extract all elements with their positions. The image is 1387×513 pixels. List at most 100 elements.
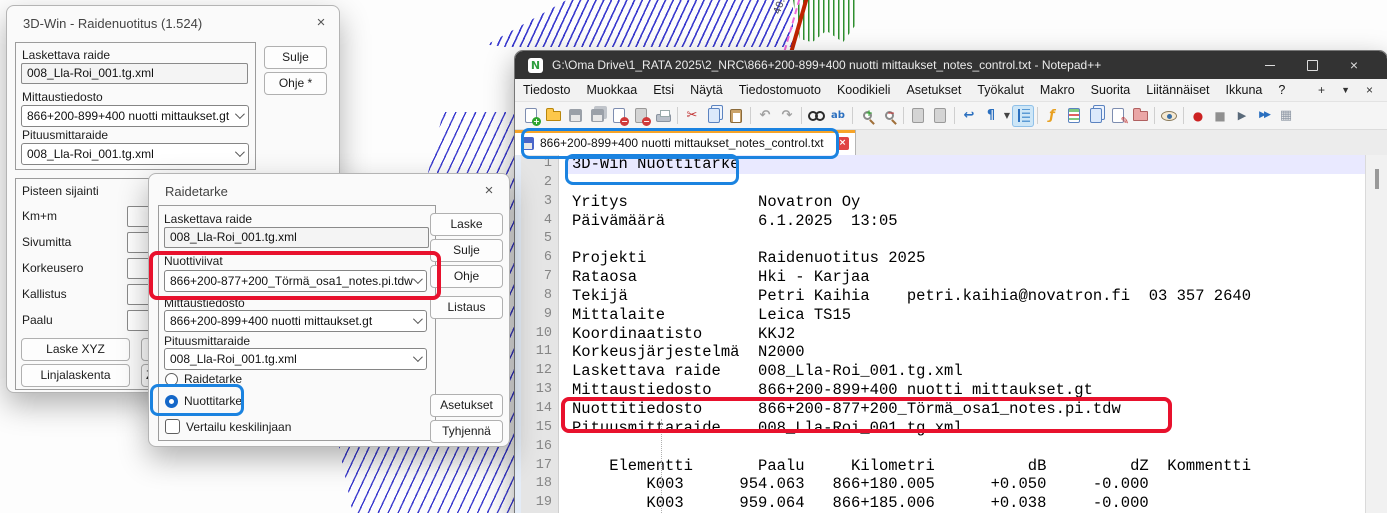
sync-vertical-icon[interactable] bbox=[907, 105, 929, 127]
sulje-button[interactable]: Sulje bbox=[264, 46, 327, 69]
nuottitarke-radio[interactable]: Nuottitarke bbox=[165, 394, 242, 408]
nuottiviivat-label: Nuottiviivat bbox=[164, 254, 223, 268]
paste-icon[interactable] bbox=[725, 105, 747, 127]
close-file-icon[interactable]: − bbox=[608, 105, 630, 127]
notepad-menubar: Tiedosto Muokkaa Etsi Näytä Tiedostomuot… bbox=[515, 79, 1387, 102]
show-all-characters-dropdown-icon[interactable]: ▼ bbox=[1002, 105, 1012, 127]
function-list-icon[interactable]: ƒ bbox=[1041, 105, 1063, 127]
menu-tiedosto[interactable]: Tiedosto bbox=[515, 83, 578, 97]
save-all-icon[interactable] bbox=[586, 105, 608, 127]
menu-suorita[interactable]: Suorita bbox=[1083, 83, 1139, 97]
menu-tyokalut[interactable]: Työkalut bbox=[969, 83, 1032, 97]
editor-line bbox=[567, 230, 1387, 249]
show-all-characters-icon[interactable]: ¶ bbox=[980, 105, 1002, 127]
macro-play-icon[interactable]: ▶ bbox=[1231, 105, 1253, 127]
laske-xyz-button[interactable]: Laske XYZ bbox=[21, 338, 130, 361]
close-icon[interactable]: × bbox=[311, 14, 331, 31]
close-tab-icon[interactable]: × bbox=[1366, 83, 1373, 97]
linjalaskenta-button[interactable]: Linjalaskenta bbox=[21, 364, 130, 387]
screen: 40.7900 3D-Win - Raidenuotitus (1.524) ×… bbox=[0, 0, 1387, 513]
print-icon[interactable] bbox=[652, 105, 674, 127]
redo-icon[interactable]: ↷ bbox=[776, 105, 798, 127]
text-area[interactable]: 3D-Win Nuottitarke Yritys Novatron Oy Pä… bbox=[567, 155, 1387, 513]
close-icon[interactable]: × bbox=[1339, 51, 1369, 79]
tyhjenna-button[interactable]: Tyhjennä bbox=[430, 420, 503, 443]
mittaustiedosto-combo[interactable]: 866+200-899+400 nuotti mittaukset.gt bbox=[21, 105, 249, 127]
chevron-down-icon bbox=[413, 314, 423, 324]
tab-list-icon[interactable]: ▼ bbox=[1341, 85, 1350, 95]
document-map-icon[interactable] bbox=[1063, 105, 1085, 127]
menu-tiedostomuoto[interactable]: Tiedostomuoto bbox=[731, 83, 829, 97]
undo-icon[interactable]: ↶ bbox=[754, 105, 776, 127]
tab-file[interactable]: 866+200-899+400 nuotti mittaukset_notes_… bbox=[515, 130, 856, 156]
menu-asetukset[interactable]: Asetukset bbox=[898, 83, 969, 97]
menu-ikkuna[interactable]: Ikkuna bbox=[1218, 83, 1271, 97]
listaus-button[interactable]: Listaus bbox=[430, 296, 503, 319]
menu-nayta[interactable]: Näytä bbox=[682, 83, 731, 97]
menu-koodikieli[interactable]: Koodikieli bbox=[829, 83, 899, 97]
ohje-button[interactable]: Ohje * bbox=[264, 72, 327, 95]
menu-muokkaa[interactable]: Muokkaa bbox=[578, 83, 645, 97]
minimize-icon[interactable] bbox=[1255, 51, 1285, 79]
zoom-out-icon[interactable]: − bbox=[878, 105, 900, 127]
sync-horizontal-icon[interactable] bbox=[929, 105, 951, 127]
zoom-in-icon[interactable]: + bbox=[856, 105, 878, 127]
line-number-gutter[interactable]: 12 34 56 78 910 1112 1314 1516 1718 19 bbox=[521, 155, 559, 513]
editor-line: Yritys Novatron Oy bbox=[567, 193, 1387, 212]
ohje-button[interactable]: Ohje bbox=[430, 265, 503, 288]
monitoring-eye-icon[interactable] bbox=[1158, 105, 1180, 127]
notepad-toolbar: + − − ✂ ↶ ↷ ab + − ↩ ¶ ▼ bbox=[515, 102, 1387, 130]
pituusmittaraide-combo[interactable]: 008_Lla-Roi_001.tg.xml bbox=[21, 143, 249, 165]
macro-run-multiple-icon[interactable]: ▶▶ bbox=[1253, 105, 1275, 127]
menubar-extras: + ▼ × bbox=[1318, 83, 1387, 97]
menu-help[interactable]: ? bbox=[1270, 83, 1293, 97]
open-file-icon[interactable] bbox=[542, 105, 564, 127]
word-wrap-icon[interactable]: ↩ bbox=[958, 105, 980, 127]
fold-margin[interactable] bbox=[559, 155, 567, 513]
notepad-window: N G:\Oma Drive\1_RATA 2025\2_NRC\866+200… bbox=[514, 50, 1387, 513]
cut-icon[interactable]: ✂ bbox=[681, 105, 703, 127]
close-icon[interactable]: × bbox=[479, 182, 499, 199]
pituusmittaraide-combo[interactable]: 008_Lla-Roi_001.tg.xml bbox=[164, 348, 427, 370]
menu-etsi[interactable]: Etsi bbox=[645, 83, 682, 97]
laskettava-raide-label: Laskettava raide bbox=[22, 48, 110, 62]
raidetarke-radio[interactable]: Raidetarke bbox=[165, 372, 242, 386]
nuottiviivat-combo[interactable]: 866+200-877+200_Törmä_osa1_notes.pi.tdw bbox=[164, 270, 427, 292]
sulje-button[interactable]: Sulje bbox=[430, 239, 503, 262]
copy-icon[interactable] bbox=[703, 105, 725, 127]
tab-close-icon[interactable]: × bbox=[836, 137, 849, 150]
laskettava-raide-field[interactable]: 008_Lla-Roi_001.tg.xml bbox=[164, 227, 429, 248]
save-icon[interactable] bbox=[564, 105, 586, 127]
mittaustiedosto-label: Mittaustiedosto bbox=[164, 296, 245, 310]
vertical-scrollbar[interactable] bbox=[1365, 155, 1387, 513]
close-all-icon[interactable]: − bbox=[630, 105, 652, 127]
editor-line: Korkeusjärjestelmä N2000 bbox=[567, 343, 1387, 362]
checkbox-icon bbox=[165, 419, 180, 434]
folder-as-workspace-icon[interactable] bbox=[1129, 105, 1151, 127]
notepad-editor[interactable]: 12 34 56 78 910 1112 1314 1516 1718 19 3… bbox=[515, 155, 1387, 513]
editor-line: Laskettava raide 008_Lla-Roi_001.tg.xml bbox=[567, 362, 1387, 381]
mittaustiedosto-combo[interactable]: 866+200-899+400 nuotti mittaukset.gt bbox=[164, 310, 427, 332]
laskettava-raide-field[interactable]: 008_Lla-Roi_001.tg.xml bbox=[21, 63, 248, 84]
raidetarke-dialog: Raidetarke × Laskettava raide 008_Lla-Ro… bbox=[148, 173, 510, 447]
new-file-icon[interactable]: + bbox=[520, 105, 542, 127]
macro-stop-icon[interactable]: ■ bbox=[1209, 105, 1231, 127]
menu-makro[interactable]: Makro bbox=[1032, 83, 1083, 97]
kallistus-label: Kallistus bbox=[22, 287, 67, 301]
menu-liitannaiset[interactable]: Liitännäiset bbox=[1138, 83, 1217, 97]
notepad-titlebar[interactable]: N G:\Oma Drive\1_RATA 2025\2_NRC\866+200… bbox=[515, 51, 1387, 79]
maximize-icon[interactable] bbox=[1297, 51, 1327, 79]
vertailu-checkbox[interactable]: Vertailu keskilinjaan bbox=[165, 419, 291, 434]
replace-icon[interactable]: ab bbox=[827, 105, 849, 127]
macro-record-icon[interactable]: ● bbox=[1187, 105, 1209, 127]
laske-button[interactable]: Laske bbox=[430, 213, 503, 236]
document-list-icon[interactable] bbox=[1085, 105, 1107, 127]
editor-line: Mittalaite Leica TS15 bbox=[567, 306, 1387, 325]
asetukset-button[interactable]: Asetukset bbox=[430, 394, 503, 417]
find-icon[interactable] bbox=[805, 105, 827, 127]
scrollbar-thumb[interactable] bbox=[1375, 169, 1379, 189]
edit-marker-icon[interactable]: ✎ bbox=[1107, 105, 1129, 127]
macro-save-icon[interactable]: ▦ bbox=[1275, 105, 1297, 127]
indent-guide-icon[interactable] bbox=[1012, 105, 1034, 127]
new-tab-icon[interactable]: + bbox=[1318, 83, 1325, 97]
